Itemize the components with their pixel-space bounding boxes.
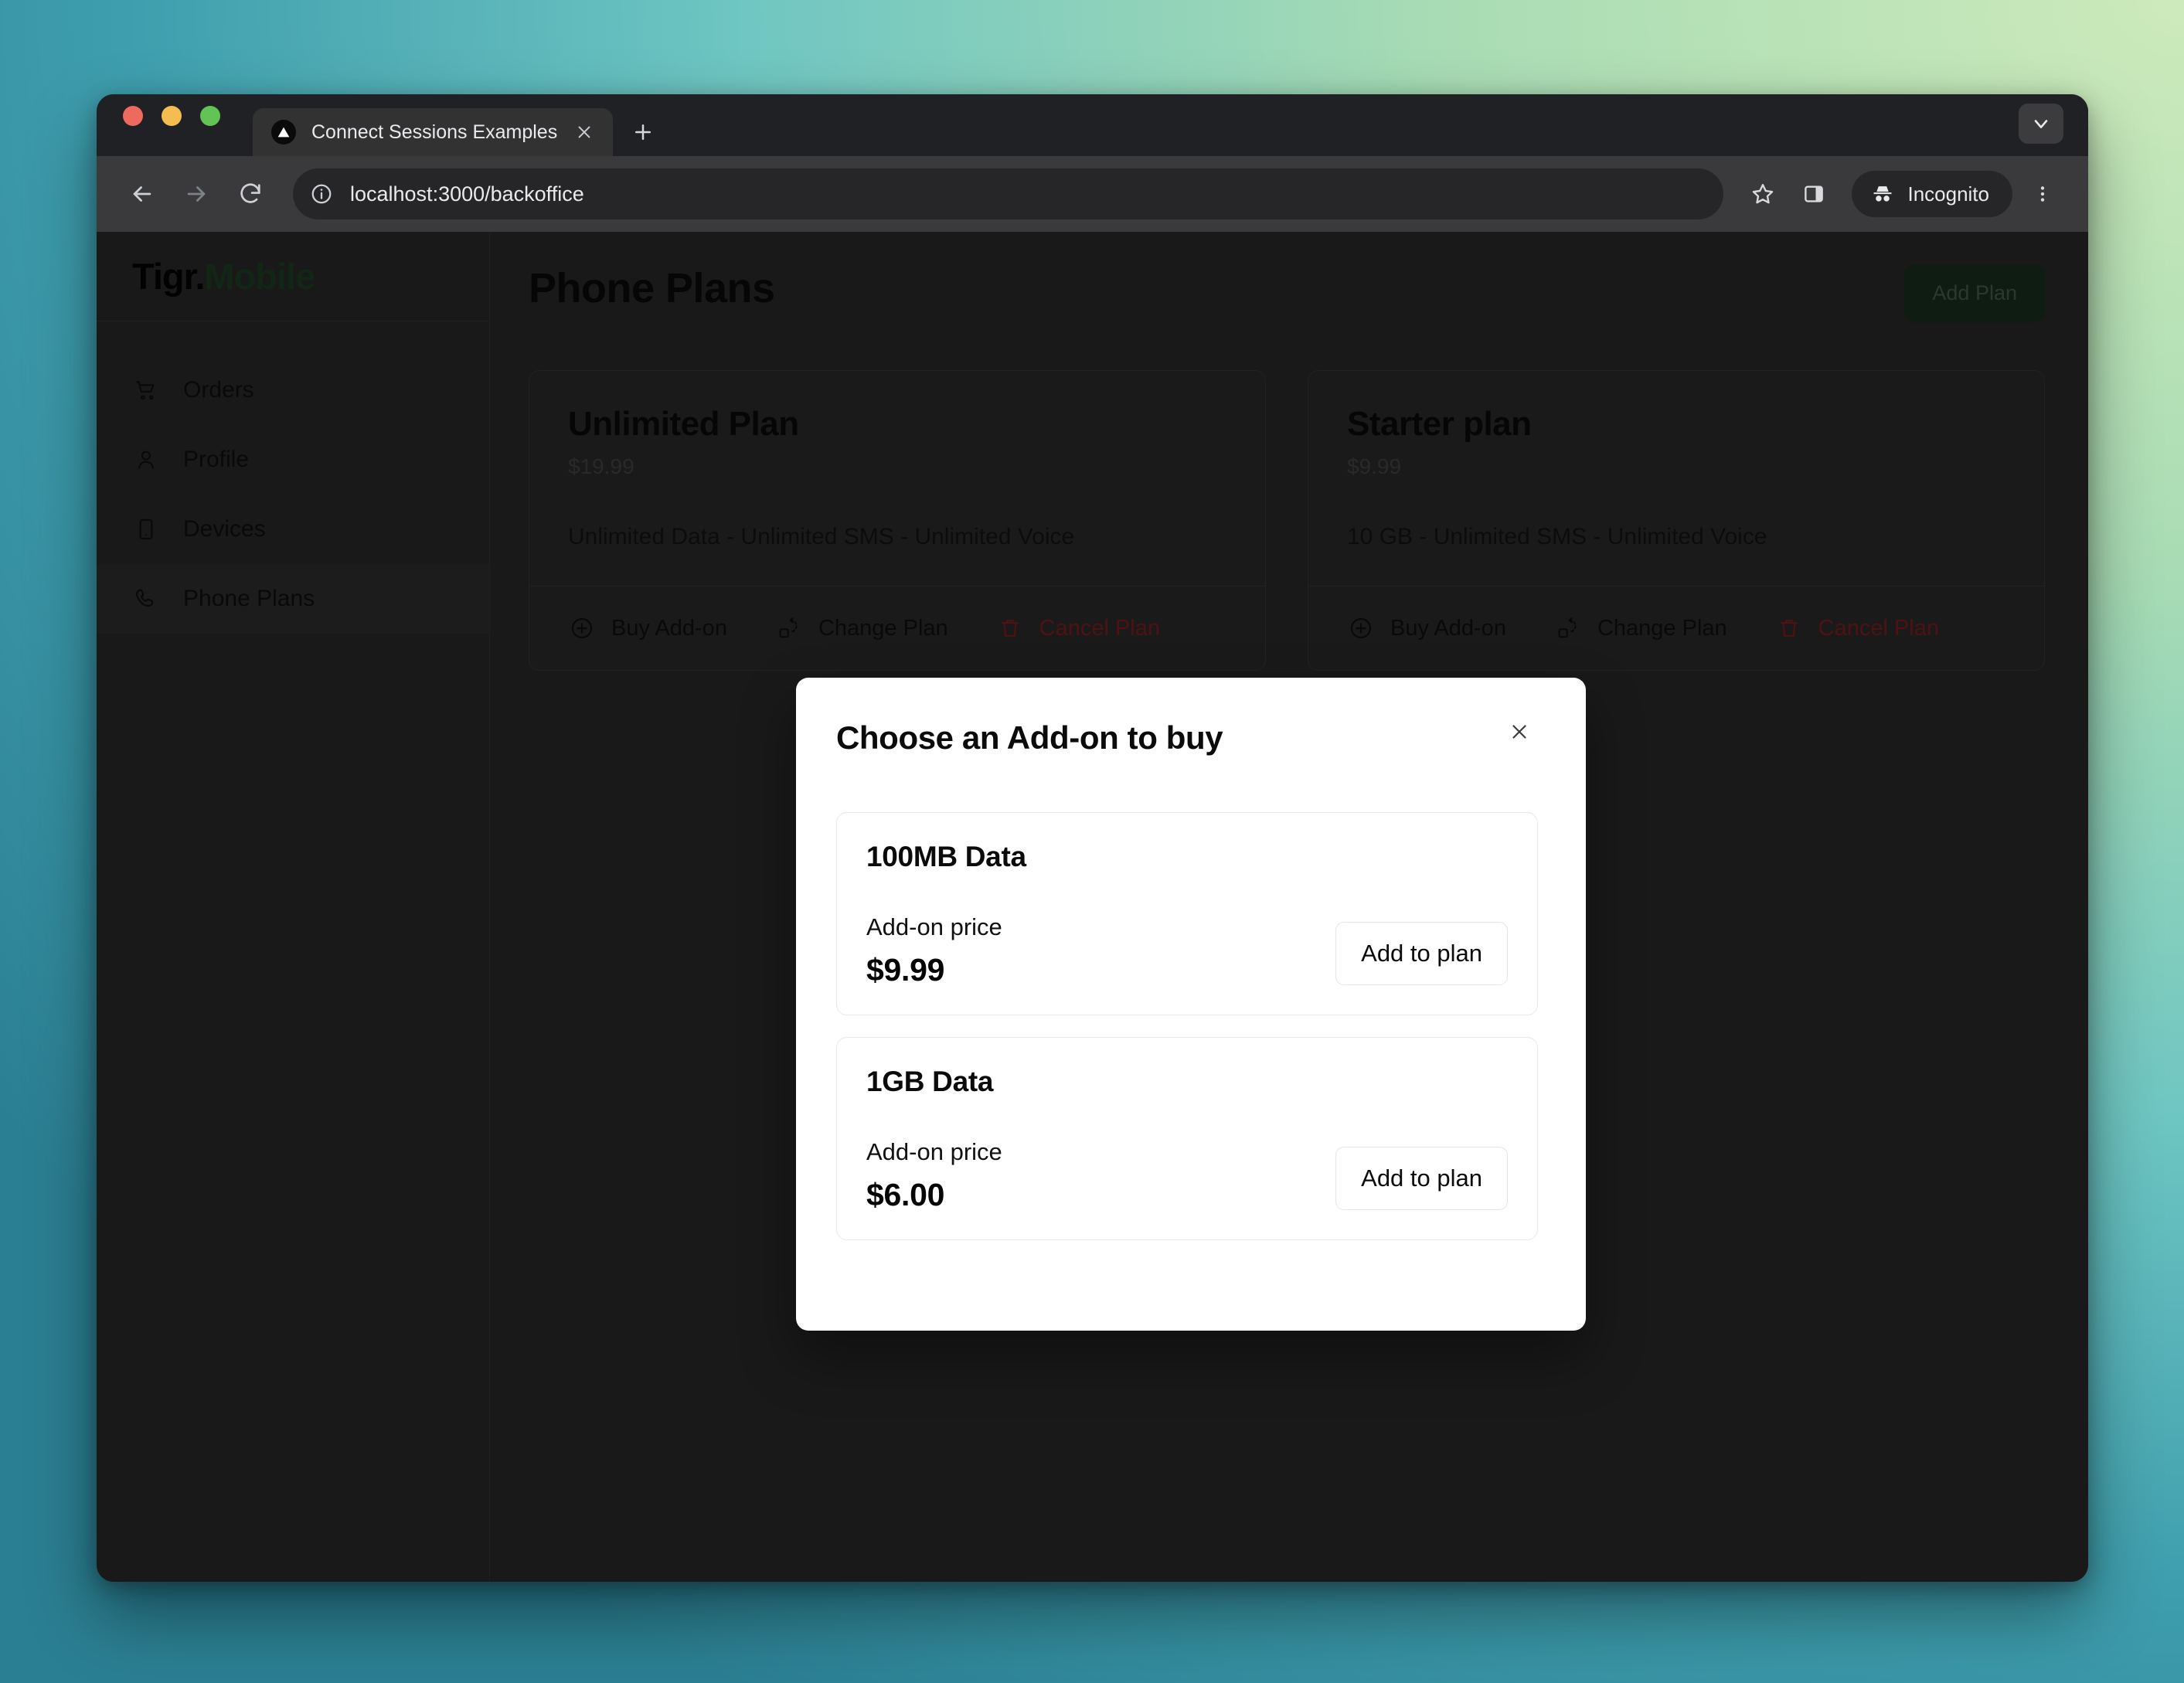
site-favicon-icon — [271, 120, 296, 144]
incognito-indicator[interactable]: Incognito — [1852, 171, 2012, 217]
close-icon[interactable] — [1501, 713, 1538, 750]
modal-header: Choose an Add-on to buy — [836, 719, 1538, 756]
browser-window: Connect Sessions Examples localhost:3000 — [97, 94, 2088, 1582]
addon-modal: Choose an Add-on to buy 100MB Data Add-o… — [796, 678, 1586, 1331]
tab-strip: Connect Sessions Examples — [97, 94, 2088, 156]
minimize-window-button[interactable] — [162, 106, 182, 126]
window-traffic-lights — [123, 94, 220, 156]
addon-name: 100MB Data — [866, 841, 1026, 872]
new-tab-button[interactable] — [625, 114, 661, 150]
forward-button[interactable] — [172, 170, 220, 218]
addon-price: $6.00 — [866, 1177, 945, 1212]
site-info-icon[interactable] — [307, 179, 336, 209]
addon-price: $9.99 — [866, 952, 945, 988]
addon-card: 100MB Data Add-on price $9.99 Add to pla… — [836, 812, 1538, 1015]
add-to-plan-button[interactable]: Add to plan — [1335, 1147, 1508, 1210]
addon-name: 1GB Data — [866, 1066, 994, 1097]
maximize-window-button[interactable] — [200, 106, 220, 126]
reload-button[interactable] — [226, 170, 274, 218]
close-tab-icon[interactable] — [573, 121, 596, 144]
url-text: localhost:3000/backoffice — [350, 182, 584, 206]
addon-list: 100MB Data Add-on price $9.99 Add to pla… — [836, 812, 1538, 1240]
tab-search-chevron-down-icon[interactable] — [2019, 104, 2063, 144]
side-panel-icon[interactable] — [1791, 172, 1836, 216]
back-button[interactable] — [118, 170, 166, 218]
addon-price-label: Add-on price — [866, 1138, 1002, 1165]
addon-card-row: Add-on price $6.00 Add to plan — [866, 1138, 1508, 1213]
addon-card-row: Add-on price $9.99 Add to plan — [866, 913, 1508, 988]
close-window-button[interactable] — [123, 106, 143, 126]
browser-menu-icon[interactable] — [2023, 170, 2062, 218]
bookmark-star-icon[interactable] — [1740, 172, 1785, 216]
address-bar[interactable]: localhost:3000/backoffice — [293, 168, 1724, 219]
incognito-label: Incognito — [1907, 182, 1989, 206]
browser-tab[interactable]: Connect Sessions Examples — [253, 108, 614, 156]
addon-card: 1GB Data Add-on price $6.00 Add to plan — [836, 1037, 1538, 1240]
addon-price-block: Add-on price $6.00 — [866, 1138, 1002, 1213]
incognito-icon — [1870, 182, 1895, 206]
tab-title: Connect Sessions Examples — [311, 121, 558, 143]
browser-toolbar: localhost:3000/backoffice Incognito — [97, 156, 2088, 232]
modal-title: Choose an Add-on to buy — [836, 719, 1223, 756]
addon-price-label: Add-on price — [866, 913, 1002, 940]
addon-price-block: Add-on price $9.99 — [866, 913, 1002, 988]
add-to-plan-button[interactable]: Add to plan — [1335, 922, 1508, 985]
